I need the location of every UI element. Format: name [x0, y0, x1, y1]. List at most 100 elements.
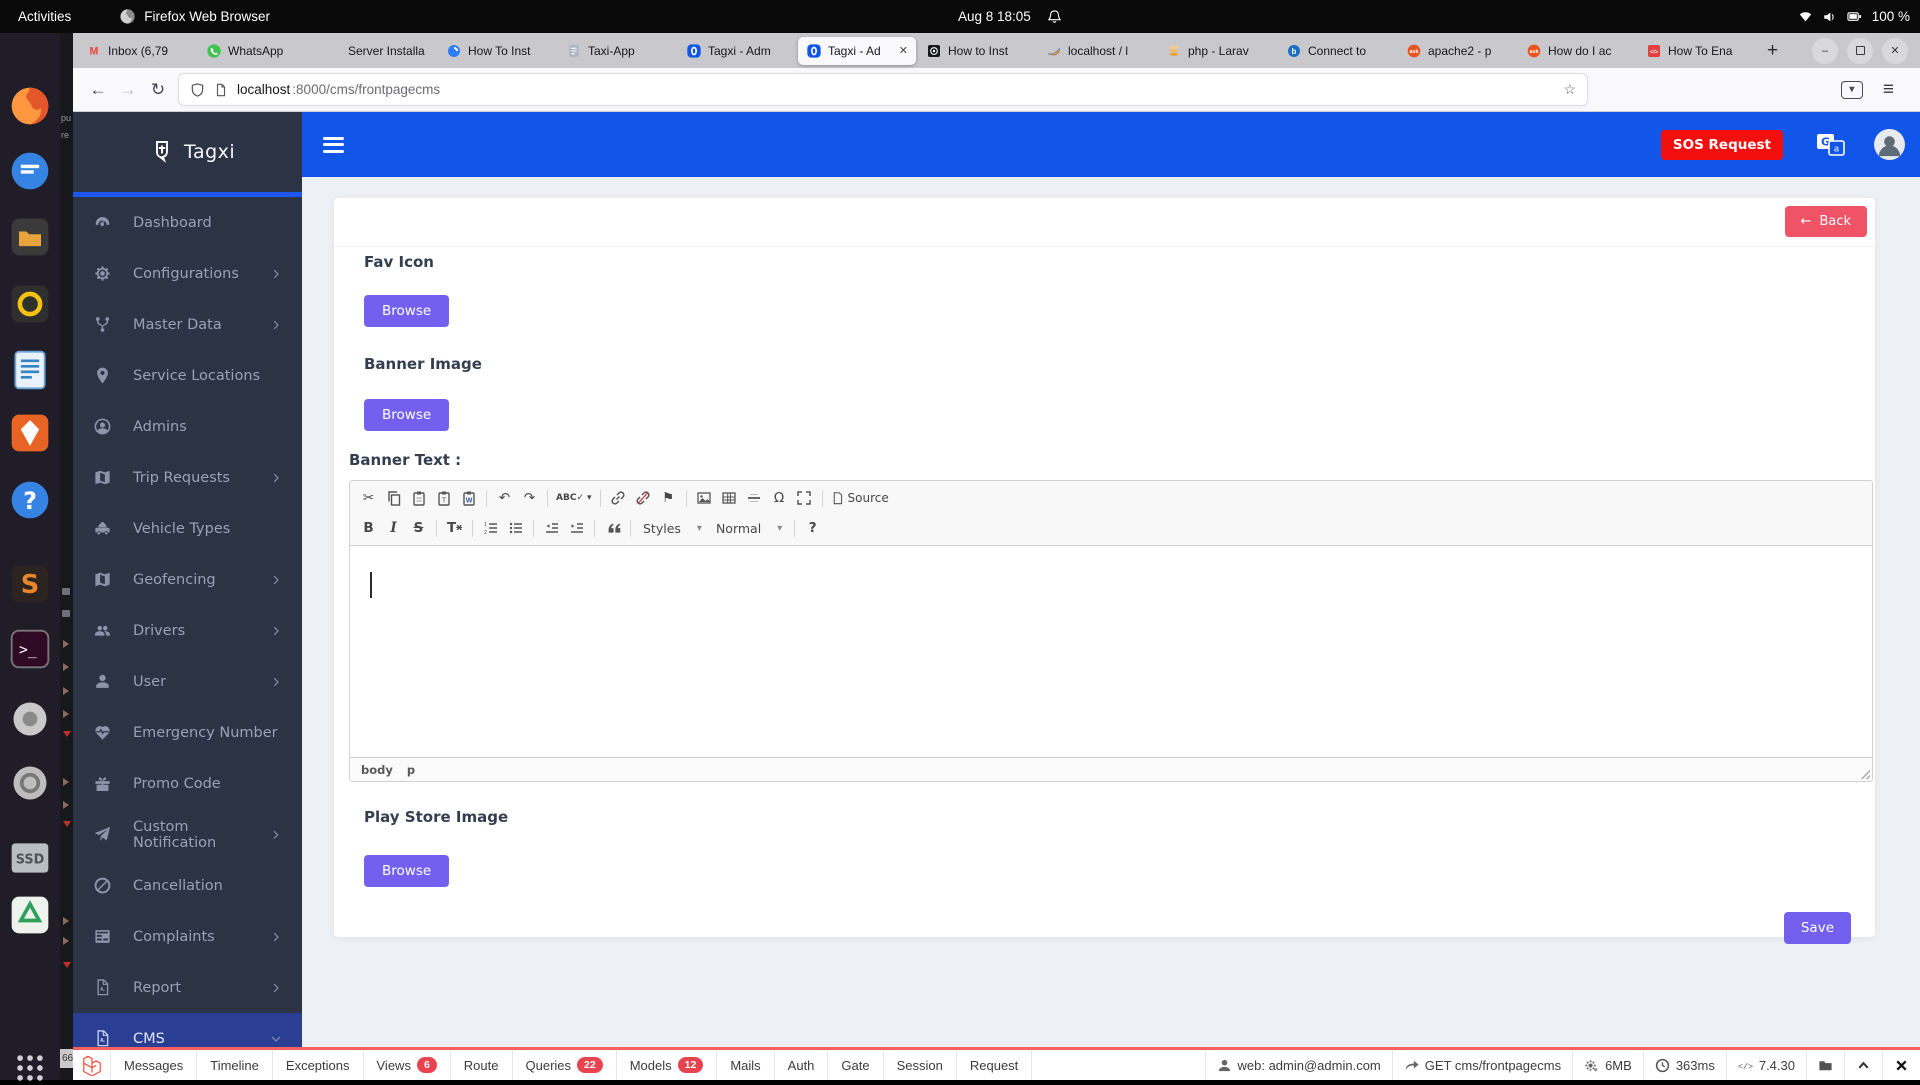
debugbar-status-close[interactable]: [1882, 1050, 1920, 1080]
debugbar-tab-models[interactable]: Models12: [617, 1050, 718, 1080]
page-info-icon[interactable]: [214, 82, 228, 98]
sidebar-item-user[interactable]: User: [73, 656, 302, 707]
editor-indent-button[interactable]: [564, 516, 589, 541]
dock-item-chat[interactable]: [8, 149, 52, 193]
editor-copy-button[interactable]: [381, 486, 406, 511]
minimize-button[interactable]: –: [1812, 38, 1838, 64]
debugbar-tab-auth[interactable]: Auth: [775, 1050, 829, 1080]
debugbar-status-chevron-up[interactable]: [1844, 1050, 1882, 1080]
dock-item-ssd-disk[interactable]: SSD: [8, 836, 52, 880]
browser-tab[interactable]: bConnect to: [1278, 37, 1396, 65]
editor-styles-dropdown-button[interactable]: Styles▾: [636, 516, 709, 541]
sidebar-item-master-data[interactable]: Master Data: [73, 299, 302, 350]
editor-strikethrough-button[interactable]: S: [406, 516, 431, 541]
forward-nav-button[interactable]: →: [113, 75, 143, 105]
browser-tab[interactable]: MInbox (6,79: [78, 37, 196, 65]
sidebar-item-drivers[interactable]: Drivers: [73, 605, 302, 656]
debugbar-tab-timeline[interactable]: Timeline: [197, 1050, 273, 1080]
back-nav-button[interactable]: ←: [83, 75, 113, 105]
banner-image-browse-button[interactable]: Browse: [364, 399, 449, 431]
dock-item-sublime-text[interactable]: S: [8, 562, 52, 606]
dock-item-utility-2[interactable]: [8, 761, 52, 805]
browser-tab[interactable]: Server Installa: [318, 37, 436, 65]
sidebar-item-admins[interactable]: Admins: [73, 401, 302, 452]
sos-request-button[interactable]: SOS Request: [1661, 130, 1783, 160]
dock-item-firefox[interactable]: [8, 84, 52, 128]
play-store-browse-button[interactable]: Browse: [364, 855, 449, 887]
bookmark-star-icon[interactable]: ☆: [1563, 81, 1576, 98]
app-menu-icon[interactable]: ≡: [1883, 79, 1894, 101]
clock[interactable]: Aug 8 18:05: [958, 9, 1062, 25]
editor-unlink-button[interactable]: [631, 486, 656, 511]
sidebar-item-service-locations[interactable]: Service Locations: [73, 350, 302, 401]
fav-icon-browse-button[interactable]: Browse: [364, 295, 449, 327]
back-button[interactable]: ← Back: [1785, 206, 1867, 237]
sidebar-item-cancellation[interactable]: Cancellation: [73, 860, 302, 911]
sidebar-item-complaints[interactable]: Complaints: [73, 911, 302, 962]
dock-item-software-store[interactable]: [8, 411, 52, 455]
debugbar-tab-gate[interactable]: Gate: [828, 1050, 883, 1080]
debugbar-tab-views[interactable]: Views6: [364, 1050, 451, 1080]
editor-about-button[interactable]: ?: [800, 516, 825, 541]
new-tab-button[interactable]: +: [1767, 40, 1778, 62]
sidebar-item-configurations[interactable]: Configurations: [73, 248, 302, 299]
debugbar-tab-queries[interactable]: Queries22: [513, 1050, 617, 1080]
debugbar-tab-request[interactable]: Request: [957, 1050, 1032, 1080]
browser-tab[interactable]: WhatsApp: [198, 37, 316, 65]
dock-item-writer[interactable]: [8, 348, 52, 392]
browser-tab[interactable]: Tagxi - Adm: [678, 37, 796, 65]
debugbar-tab-route[interactable]: Route: [451, 1050, 513, 1080]
editor-link-button[interactable]: [606, 486, 631, 511]
sidebar-item-custom-notification[interactable]: Custom Notification: [73, 809, 302, 860]
tab-close-icon[interactable]: ✕: [897, 44, 908, 57]
editor-content-area[interactable]: [350, 546, 1872, 757]
editor-format-dropdown-button[interactable]: Normal▾: [709, 516, 789, 541]
editor-resize-grip[interactable]: [1859, 768, 1870, 779]
browser-tab[interactable]: askapache2 - p: [1398, 37, 1516, 65]
dock-item-media[interactable]: [8, 282, 52, 326]
editor-paste-plain-text-button[interactable]: T: [431, 486, 456, 511]
activities-button[interactable]: Activities: [0, 9, 89, 24]
close-window-button[interactable]: ✕: [1882, 38, 1908, 64]
browser-tab[interactable]: </>How To Ena: [1638, 37, 1756, 65]
debugbar-tab-mails[interactable]: Mails: [717, 1050, 774, 1080]
sidebar-item-report[interactable]: Report: [73, 962, 302, 1013]
debugbar-tab-exceptions[interactable]: Exceptions: [273, 1050, 364, 1080]
browser-tab[interactable]: localhost / l: [1038, 37, 1156, 65]
editor-redo-button[interactable]: ↷: [517, 486, 542, 511]
dock-item-utility-1[interactable]: [8, 697, 52, 741]
debugbar-tab-session[interactable]: Session: [884, 1050, 957, 1080]
system-tray[interactable]: 100 %: [1798, 9, 1920, 24]
editor-blockquote-button[interactable]: [600, 516, 625, 541]
browser-tab[interactable]: How to Inst: [918, 37, 1036, 65]
editor-image-button[interactable]: [692, 486, 717, 511]
sidebar-toggle-icon[interactable]: [323, 133, 344, 156]
browser-tab[interactable]: askHow do I ac: [1518, 37, 1636, 65]
brand[interactable]: Tagxi: [73, 112, 302, 192]
editor-maximize-button[interactable]: [792, 486, 817, 511]
editor-spell-check-button[interactable]: ABC✓▾: [553, 486, 595, 511]
path-p[interactable]: p: [407, 763, 415, 777]
sidebar-item-dashboard[interactable]: Dashboard: [73, 197, 302, 248]
sidebar-item-promo-code[interactable]: Promo Code: [73, 758, 302, 809]
maximize-button[interactable]: [1847, 38, 1873, 64]
browser-tab[interactable]: php - Larav: [1158, 37, 1276, 65]
dock-item-files[interactable]: [8, 215, 52, 259]
dock-item-terminal[interactable]: >_: [8, 627, 52, 671]
editor-remove-format-button[interactable]: Tx: [442, 516, 467, 541]
editor-undo-button[interactable]: ↶: [492, 486, 517, 511]
browser-tab[interactable]: How To Inst: [438, 37, 556, 65]
reload-button[interactable]: ↻: [143, 75, 173, 105]
editor-anchor-button[interactable]: ⚑: [656, 486, 681, 511]
path-body[interactable]: body: [361, 763, 393, 777]
address-bar[interactable]: localhost :8000/cms/frontpagecms ☆: [179, 74, 1587, 105]
save-button[interactable]: Save: [1784, 912, 1851, 944]
editor-horizontal-rule-button[interactable]: [742, 486, 767, 511]
editor-paste-button[interactable]: [406, 486, 431, 511]
user-avatar[interactable]: [1874, 129, 1905, 160]
browser-tab[interactable]: Taxi-App: [558, 37, 676, 65]
editor-bold-button[interactable]: B: [356, 516, 381, 541]
editor-special-char-button[interactable]: Ω: [767, 486, 792, 511]
sidebar-item-geofencing[interactable]: Geofencing: [73, 554, 302, 605]
editor-italic-button[interactable]: I: [381, 516, 406, 541]
